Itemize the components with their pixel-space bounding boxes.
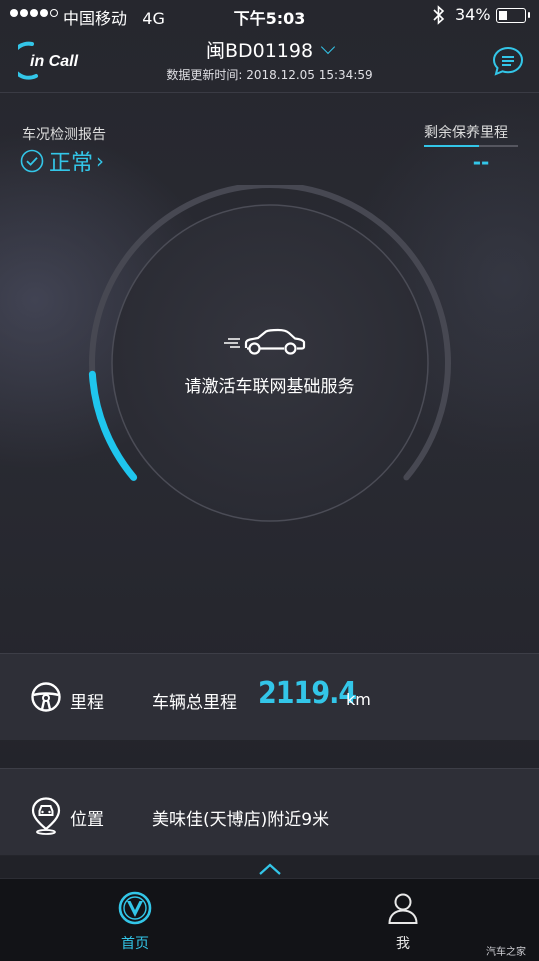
bottom-tab-bar: 首页 我 (0, 878, 539, 961)
steering-wheel-icon (31, 682, 61, 712)
chevron-down-icon (320, 39, 336, 55)
location-card[interactable]: 位置 美味佳(天博店)附近9米 (0, 768, 539, 856)
check-circle-icon (20, 149, 44, 173)
chevron-right-icon: › (96, 149, 105, 173)
vehicle-selector[interactable]: 闽BD01198 (0, 36, 539, 63)
message-icon[interactable] (492, 46, 524, 76)
changan-logo-icon (118, 891, 152, 925)
maintenance-progress-bar (424, 145, 518, 147)
tab-me[interactable]: 我 (323, 879, 483, 961)
total-mileage-label: 车辆总里程 (152, 693, 237, 713)
remaining-maintenance-label: 剩余保养里程 (424, 125, 508, 141)
battery-percent: 34% (455, 5, 491, 24)
remaining-maintenance-value: -- (472, 150, 490, 174)
mileage-card[interactable]: 里程 车辆总里程 2119.4 km (0, 653, 539, 741)
car-icon (224, 328, 306, 355)
activate-service-message[interactable]: 请激活车联网基础服务 (0, 372, 539, 397)
chevron-up-icon[interactable] (258, 862, 282, 876)
tab-me-label: 我 (396, 936, 410, 952)
data-update-time: 数据更新时间: 2018.12.05 15:34:59 (166, 68, 373, 82)
bluetooth-icon (432, 5, 446, 29)
gauge-inner-circle (111, 204, 429, 522)
location-car-pin-icon (31, 797, 61, 835)
inspection-report-status[interactable]: 正常 › (20, 146, 104, 176)
maintenance-progress-fill (424, 145, 479, 147)
report-status-text: 正常 (49, 151, 94, 176)
tab-home-label: 首页 (121, 936, 149, 952)
person-icon (388, 893, 418, 924)
watermark: 汽车之家 (486, 947, 526, 958)
battery-icon (496, 8, 530, 23)
status-gauge (88, 185, 451, 522)
mileage-label: 里程 (70, 693, 104, 713)
location-label: 位置 (70, 810, 104, 830)
vehicle-plate: 闽BD01198 (205, 40, 314, 62)
inspection-report-label: 车况检测报告 (22, 127, 106, 143)
app-header: in Call 闽BD01198 数据更新时间: 2018.12.05 15:3… (0, 30, 539, 93)
tab-home[interactable]: 首页 (55, 879, 215, 961)
status-bar: 中国移动 4G 下午5:03 34% (0, 0, 539, 30)
mileage-unit: km (346, 690, 371, 709)
location-description: 美味佳(天博店)附近9米 (152, 810, 330, 830)
total-mileage-value: 2119.4 (258, 676, 357, 711)
